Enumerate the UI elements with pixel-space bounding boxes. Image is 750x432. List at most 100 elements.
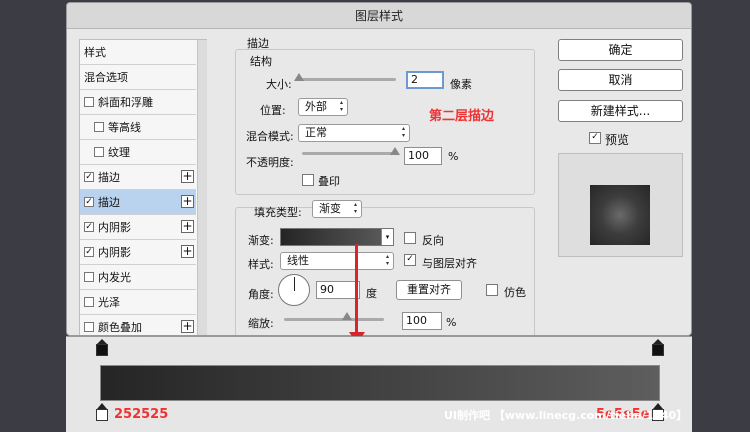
style-preview bbox=[558, 153, 683, 257]
style-list: 样式混合选项斜面和浮雕等高线纹理 ✓ 描边 + ✓ 描边 + ✓ 内阴影 + ✓ 内阴影 + 内发光光泽颜… bbox=[79, 39, 207, 335]
preview-swatch bbox=[590, 185, 650, 245]
list-item[interactable]: 颜色叠加 + bbox=[80, 315, 196, 335]
dialog-title: 图层样式 bbox=[67, 3, 691, 29]
list-item-label: 混合选项 bbox=[84, 71, 128, 84]
list-item-label: 内阴影 bbox=[98, 221, 131, 234]
list-item-label: 内阴影 bbox=[98, 246, 131, 259]
list-item-checkbox[interactable]: ✓ bbox=[84, 247, 94, 257]
size-slider-thumb[interactable] bbox=[294, 73, 304, 81]
list-item-checkbox[interactable] bbox=[94, 147, 104, 157]
list-item[interactable]: ✓ 描边 + bbox=[80, 190, 196, 215]
size-label: 大小: bbox=[266, 78, 292, 91]
reset-align-button[interactable]: 重置对齐 bbox=[396, 280, 462, 300]
list-item-label: 颜色叠加 bbox=[98, 321, 142, 334]
list-item[interactable]: 内发光 bbox=[80, 265, 196, 290]
position-label: 位置: bbox=[260, 104, 286, 117]
gradient-bar bbox=[100, 365, 660, 401]
add-icon[interactable]: + bbox=[181, 320, 194, 333]
list-item[interactable]: 光泽 bbox=[80, 290, 196, 315]
add-icon[interactable]: + bbox=[181, 220, 194, 233]
list-item-checkbox[interactable] bbox=[84, 297, 94, 307]
scale-slider-thumb[interactable] bbox=[342, 312, 352, 320]
scale-slider-track[interactable] bbox=[284, 318, 384, 321]
align-with-layer-checkbox[interactable]: ✓ bbox=[404, 254, 416, 266]
dither-label: 仿色 bbox=[504, 286, 526, 299]
list-item[interactable]: 纹理 bbox=[80, 140, 196, 165]
angle-label: 角度: bbox=[248, 288, 274, 301]
overprint-label: 叠印 bbox=[318, 175, 340, 188]
opacity-unit: % bbox=[448, 150, 459, 163]
preview-checkbox[interactable]: ✓ bbox=[589, 132, 601, 144]
fill-type-select[interactable]: 渐变 bbox=[312, 200, 362, 218]
list-item-label: 等高线 bbox=[108, 121, 141, 134]
opacity-label: 不透明度: bbox=[246, 156, 294, 169]
size-input[interactable]: 2 bbox=[406, 71, 444, 89]
blend-mode-label: 混合模式: bbox=[246, 130, 294, 143]
fill-type-label: 填充类型: bbox=[254, 206, 302, 219]
list-item-checkbox[interactable]: ✓ bbox=[84, 222, 94, 232]
opacity-slider-thumb[interactable] bbox=[390, 147, 400, 155]
list-item-label: 斜面和浮雕 bbox=[98, 96, 153, 109]
add-icon[interactable]: + bbox=[181, 195, 194, 208]
list-item[interactable]: ✓ 内阴影 + bbox=[80, 240, 196, 265]
list-item[interactable]: 样式 bbox=[80, 40, 196, 65]
size-unit: 像素 bbox=[450, 78, 472, 91]
align-with-layer-label: 与图层对齐 bbox=[422, 257, 477, 270]
list-item-label: 描边 bbox=[98, 171, 120, 184]
list-item[interactable]: 混合选项 bbox=[80, 65, 196, 90]
position-select[interactable]: 外部 bbox=[298, 98, 348, 116]
structure-title: 结构 bbox=[250, 55, 272, 68]
opacity-stop-right[interactable] bbox=[652, 339, 664, 357]
list-item-checkbox[interactable]: ✓ bbox=[84, 172, 94, 182]
scale-input[interactable]: 100 bbox=[402, 312, 442, 330]
style-label: 样式: bbox=[248, 258, 274, 271]
angle-input[interactable]: 90 bbox=[316, 281, 360, 299]
size-slider-track[interactable] bbox=[296, 78, 396, 81]
second-stroke-annotation: 第二层描边 bbox=[429, 109, 495, 124]
angle-dial-needle bbox=[294, 277, 295, 291]
list-item[interactable]: ✓ 描边 + bbox=[80, 165, 196, 190]
watermark: UI制作吧 【www.linecg.com/tieba/1840】 bbox=[444, 409, 688, 422]
fill-group: 填充类型: 渐变 渐变: ▾ 反向 样式: 线性 ✓ 与图层对齐 角度: 90 … bbox=[235, 200, 535, 335]
red-arrow-shaft bbox=[355, 244, 358, 336]
overprint-checkbox[interactable] bbox=[302, 174, 314, 186]
scale-label: 缩放: bbox=[248, 317, 274, 330]
angle-dial[interactable] bbox=[278, 274, 310, 306]
chevron-down-icon[interactable]: ▾ bbox=[381, 229, 393, 245]
layer-style-dialog: 图层样式 样式混合选项斜面和浮雕等高线纹理 ✓ 描边 + ✓ 描边 + ✓ 内阴影 + ✓ 内阴影 + 内… bbox=[66, 2, 692, 336]
add-icon[interactable]: + bbox=[181, 170, 194, 183]
reverse-checkbox[interactable] bbox=[404, 232, 416, 244]
ok-button[interactable]: 确定 bbox=[558, 39, 683, 61]
list-item[interactable]: 斜面和浮雕 bbox=[80, 90, 196, 115]
left-color-annotation: 252525 bbox=[114, 407, 169, 422]
add-icon[interactable]: + bbox=[181, 245, 194, 258]
gradient-label: 渐变: bbox=[248, 234, 274, 247]
list-item-checkbox[interactable] bbox=[94, 122, 104, 132]
list-item-checkbox[interactable]: ✓ bbox=[84, 197, 94, 207]
list-item-checkbox[interactable] bbox=[84, 97, 94, 107]
list-item-checkbox[interactable] bbox=[84, 322, 94, 332]
cancel-button[interactable]: 取消 bbox=[558, 69, 683, 91]
gradient-picker[interactable]: ▾ bbox=[280, 228, 394, 246]
list-item-label: 纹理 bbox=[108, 146, 130, 159]
list-item[interactable]: 等高线 bbox=[80, 115, 196, 140]
dither-checkbox[interactable] bbox=[486, 284, 498, 296]
blend-mode-select[interactable]: 正常 bbox=[298, 124, 410, 142]
gradient-style-select[interactable]: 线性 bbox=[280, 252, 394, 270]
list-item-label: 描边 bbox=[98, 196, 120, 209]
list-item-label: 样式 bbox=[84, 46, 106, 59]
angle-unit: 度 bbox=[366, 287, 377, 300]
opacity-slider-track[interactable] bbox=[302, 152, 398, 155]
preview-label: 预览 bbox=[605, 133, 630, 147]
new-style-button[interactable]: 新建样式... bbox=[558, 100, 683, 122]
list-item-label: 光泽 bbox=[98, 296, 120, 309]
list-item-checkbox[interactable] bbox=[84, 272, 94, 282]
opacity-input[interactable]: 100 bbox=[404, 147, 442, 165]
list-item-label: 内发光 bbox=[98, 271, 131, 284]
opacity-stop-left[interactable] bbox=[96, 339, 108, 357]
list-scrollbar[interactable] bbox=[197, 40, 207, 335]
reverse-label: 反向 bbox=[422, 234, 444, 247]
color-stop-left[interactable] bbox=[96, 403, 108, 421]
scale-unit: % bbox=[446, 316, 457, 329]
list-item[interactable]: ✓ 内阴影 + bbox=[80, 215, 196, 240]
